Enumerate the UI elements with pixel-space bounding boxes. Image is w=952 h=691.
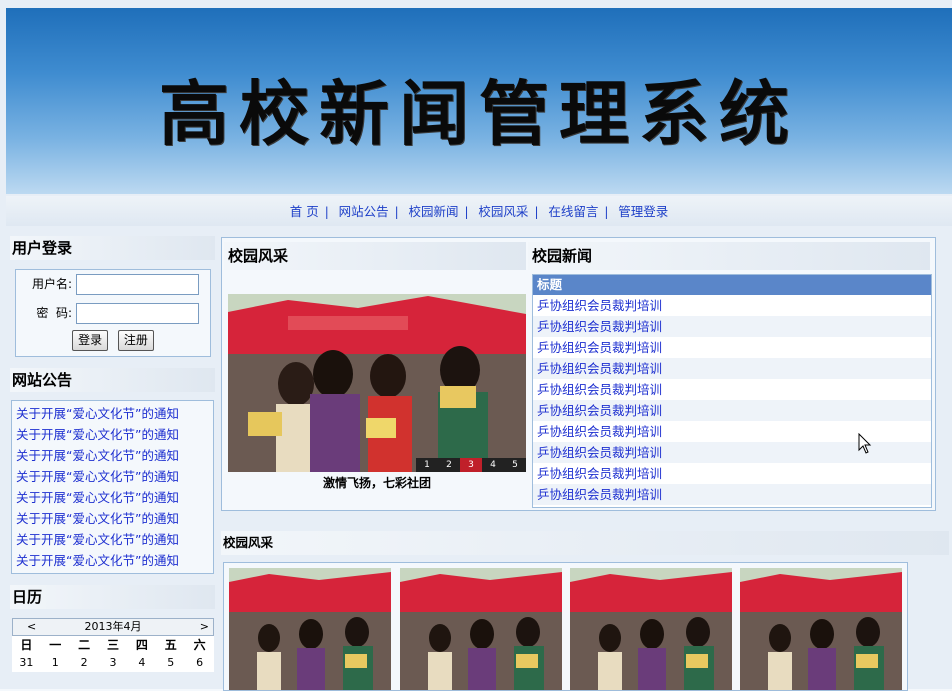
gallery-heading: 校园风采: [221, 531, 949, 555]
gallery: [223, 562, 908, 691]
gallery-photo: [570, 568, 732, 690]
notice-item[interactable]: 关于开展“爱心文化节”的通知: [16, 550, 213, 571]
gallery-photo: [400, 568, 562, 690]
nav-campus[interactable]: 校园风采: [472, 204, 534, 219]
calendar-weekdays: 日 一 二 三 四 五 六: [12, 636, 214, 654]
username-input[interactable]: [75, 274, 199, 295]
notice-item[interactable]: 关于开展“爱心文化节”的通知: [16, 445, 213, 466]
news-list: 标题 乒协组织会员裁判培训 乒协组织会员裁判培训 乒协组织会员裁判培训 乒协组织…: [532, 274, 932, 508]
photo-caption: 激情飞扬，七彩社团: [322, 476, 431, 490]
login-heading: 用户登录: [10, 236, 215, 260]
calendar-prev-button[interactable]: <: [27, 619, 36, 635]
nav-sep: |: [394, 205, 399, 219]
calendar-day[interactable]: 5: [156, 654, 185, 672]
calendar-month: 2013年4月: [84, 620, 142, 633]
campus-photo: [228, 294, 526, 472]
notice-heading: 网站公告: [10, 368, 215, 392]
calendar-header: < 2013年4月 >: [12, 618, 214, 636]
nav-sep: |: [604, 205, 609, 219]
notice-item[interactable]: 关于开展“爱心文化节”的通知: [16, 508, 213, 529]
nav-message[interactable]: 在线留言: [542, 204, 604, 219]
notice-item[interactable]: 关于开展“爱心文化节”的通知: [16, 424, 213, 445]
nav-news[interactable]: 校园新闻: [403, 204, 465, 219]
slide-button[interactable]: 4: [482, 458, 504, 472]
gallery-thumb[interactable]: [740, 568, 902, 690]
news-item[interactable]: 乒协组织会员裁判培训: [533, 400, 931, 421]
nav-sep: |: [464, 205, 469, 219]
calendar-day[interactable]: 3: [99, 654, 128, 672]
mouse-cursor-icon: [858, 433, 872, 454]
nav-home[interactable]: 首 页: [284, 204, 325, 219]
notice-item[interactable]: 关于开展“爱心文化节”的通知: [16, 466, 213, 487]
password-input[interactable]: [75, 303, 199, 324]
calendar-day[interactable]: 1: [41, 654, 70, 672]
weekday: 六: [193, 638, 206, 652]
notice-item[interactable]: 关于开展“爱心文化节”的通知: [16, 403, 213, 424]
site-title: 高校新闻管理系统: [159, 73, 799, 155]
slide-pager: 1 2 3 4 5: [416, 458, 526, 472]
news-heading: 校园新闻: [528, 242, 930, 270]
news-item[interactable]: 乒协组织会员裁判培训: [533, 379, 931, 400]
left-column: 用户登录 用户名: 密 码: 登录 注册 网站公告 关于开展“爱心文化节”的通知…: [10, 236, 215, 672]
slide-button[interactable]: 2: [438, 458, 460, 472]
notice-item[interactable]: 关于开展“爱心文化节”的通知: [16, 529, 213, 550]
gallery-thumb[interactable]: [229, 568, 391, 690]
campus-heading: 校园风采: [224, 242, 526, 270]
slide-button-active[interactable]: 3: [460, 458, 482, 472]
calendar-heading: 日历: [10, 585, 215, 609]
nav-notice[interactable]: 网站公告: [333, 204, 395, 219]
calendar-day[interactable]: 6: [185, 654, 214, 672]
weekday: 日: [20, 638, 33, 652]
slide-button[interactable]: 5: [504, 458, 526, 472]
calendar: < 2013年4月 > 日 一 二 三 四 五 六 31 1 2 3 4 5 6: [12, 618, 214, 672]
weekday: 一: [49, 638, 62, 652]
calendar-day[interactable]: 2: [70, 654, 99, 672]
calendar-day[interactable]: 4: [127, 654, 156, 672]
nav-sep: |: [324, 205, 329, 219]
slide-button[interactable]: 1: [416, 458, 438, 472]
calendar-next-button[interactable]: >: [200, 619, 209, 635]
campus-slideshow[interactable]: 1 2 3 4 5: [228, 294, 526, 472]
news-column-header: 标题: [533, 275, 931, 295]
news-item[interactable]: 乒协组织会员裁判培训: [533, 295, 931, 316]
notice-list: 关于开展“爱心文化节”的通知 关于开展“爱心文化节”的通知 关于开展“爱心文化节…: [11, 400, 214, 574]
username-label: 用户名:: [31, 277, 72, 291]
notice-item[interactable]: 关于开展“爱心文化节”的通知: [16, 487, 213, 508]
weekday: 三: [107, 638, 120, 652]
calendar-week: 31 1 2 3 4 5 6: [12, 654, 214, 672]
password-label: 密 码:: [36, 306, 72, 320]
main-nav: 首 页 | 网站公告 | 校园新闻 | 校园风采 | 在线留言 | 管理登录: [6, 196, 952, 226]
main-panel: 校园风采 校园新闻 1 2 3 4 5 激情飞扬，七彩社团 标题 乒协组织会员裁…: [221, 237, 936, 511]
weekday: 五: [164, 638, 177, 652]
site-banner: 高校新闻管理系统: [6, 8, 952, 194]
login-form: 用户名: 密 码: 登录 注册: [15, 269, 211, 357]
news-item[interactable]: 乒协组织会员裁判培训: [533, 337, 931, 358]
login-button[interactable]: 登录: [72, 330, 109, 351]
news-item[interactable]: 乒协组织会员裁判培训: [533, 358, 931, 379]
gallery-thumb[interactable]: [570, 568, 732, 690]
nav-admin-login[interactable]: 管理登录: [612, 204, 674, 219]
gallery-photo: [740, 568, 902, 690]
register-button[interactable]: 注册: [117, 330, 154, 351]
gallery-thumb[interactable]: [400, 568, 562, 690]
weekday: 四: [135, 638, 148, 652]
news-item[interactable]: 乒协组织会员裁判培训: [533, 316, 931, 337]
nav-sep: |: [534, 205, 539, 219]
news-item[interactable]: 乒协组织会员裁判培训: [533, 484, 931, 505]
gallery-photo: [229, 568, 391, 690]
weekday: 二: [78, 638, 91, 652]
calendar-day[interactable]: 31: [12, 654, 41, 672]
news-item[interactable]: 乒协组织会员裁判培训: [533, 463, 931, 484]
